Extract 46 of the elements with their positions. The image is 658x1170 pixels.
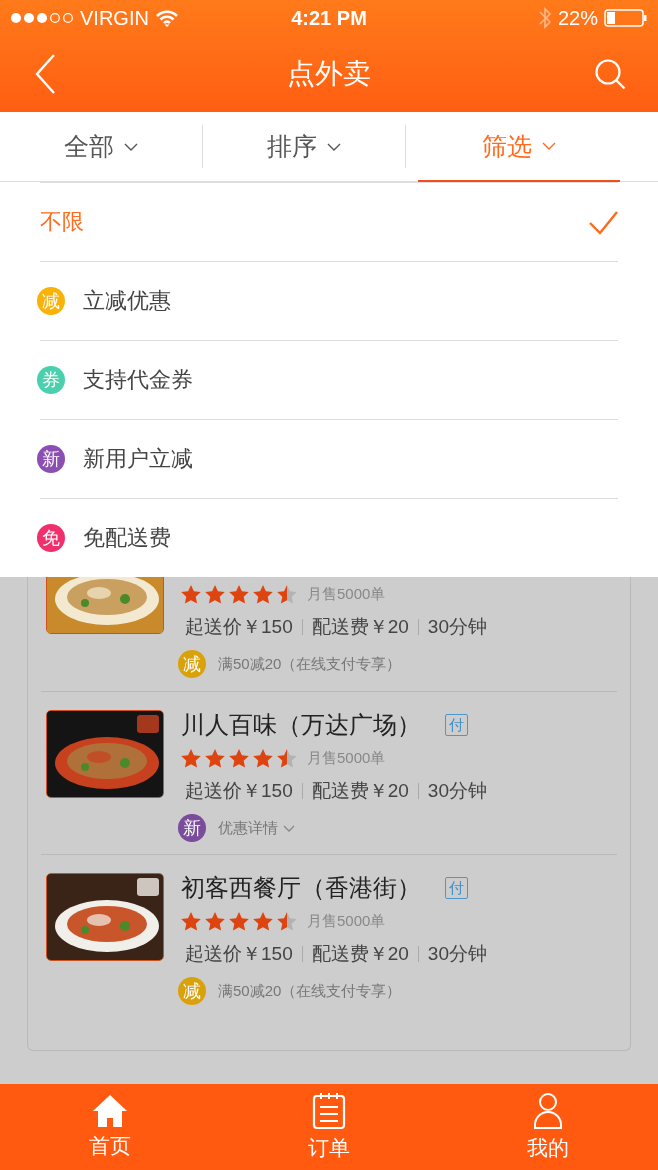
- delivery-time: 30分钟: [417, 619, 487, 635]
- promo-badge: 减: [178, 977, 206, 1005]
- restaurant-name: 川人百味（万达广场）: [181, 710, 421, 740]
- search-icon[interactable]: [595, 58, 626, 90]
- filter-option[interactable]: 新 新用户立减: [40, 419, 618, 498]
- minimum-order: 起送价￥150: [185, 942, 293, 966]
- checkmark-icon: [589, 209, 618, 235]
- restaurant-name: 初客西餐厅（香港街）: [181, 873, 421, 903]
- chevron-down-icon: [124, 142, 138, 151]
- delivery-time: 30分钟: [417, 946, 487, 962]
- minimum-order: 起送价￥150: [185, 779, 293, 803]
- delivery-time: 30分钟: [417, 783, 487, 799]
- delivery-fee: 配送费￥20: [301, 783, 409, 799]
- promo-badge: 免: [37, 524, 65, 552]
- delivery-fee: 配送费￥20: [301, 946, 409, 962]
- promo-text: 满50减20（在线支付专享）: [218, 654, 402, 674]
- promo-text: 满50减20（在线支付专享）: [218, 981, 402, 1001]
- battery-percent: 22%: [557, 6, 598, 30]
- chevron-down-icon: [327, 142, 341, 151]
- filter-tab[interactable]: 全部: [0, 112, 202, 181]
- filter-option[interactable]: 券 支持代金券: [40, 340, 618, 419]
- promo-badge: 新: [37, 445, 65, 473]
- chevron-down-icon: [542, 142, 556, 150]
- delivery-fee: 配送费￥20: [301, 619, 409, 635]
- monthly-sales: 月售5000单: [307, 748, 386, 768]
- wifi-icon: [154, 8, 179, 28]
- page-title: 点外卖: [287, 57, 371, 91]
- monthly-sales: 月售5000单: [307, 911, 386, 931]
- promo-badge: 减: [178, 650, 206, 678]
- payment-badge: 付: [445, 877, 468, 899]
- minimum-order: 起送价￥150: [185, 615, 293, 639]
- signal-icon: [10, 11, 74, 25]
- promo-badge: 新: [178, 814, 206, 842]
- filter-option[interactable]: 免 免配送费: [40, 498, 618, 577]
- promo-badge: 券: [37, 366, 65, 394]
- monthly-sales: 月售5000单: [307, 584, 386, 604]
- filter-option[interactable]: 减 立减优惠: [40, 261, 618, 340]
- carrier-name: VIRGIN: [80, 6, 149, 30]
- bluetooth-icon: [537, 6, 552, 30]
- promo-badge: 减: [37, 287, 65, 315]
- battery-icon: [604, 9, 648, 27]
- back-icon[interactable]: [34, 53, 57, 95]
- clock-time: 4:21 PM: [291, 6, 367, 29]
- payment-badge: 付: [445, 714, 468, 736]
- chevron-down-icon: [283, 824, 295, 832]
- filter-tab[interactable]: 排序: [203, 112, 405, 181]
